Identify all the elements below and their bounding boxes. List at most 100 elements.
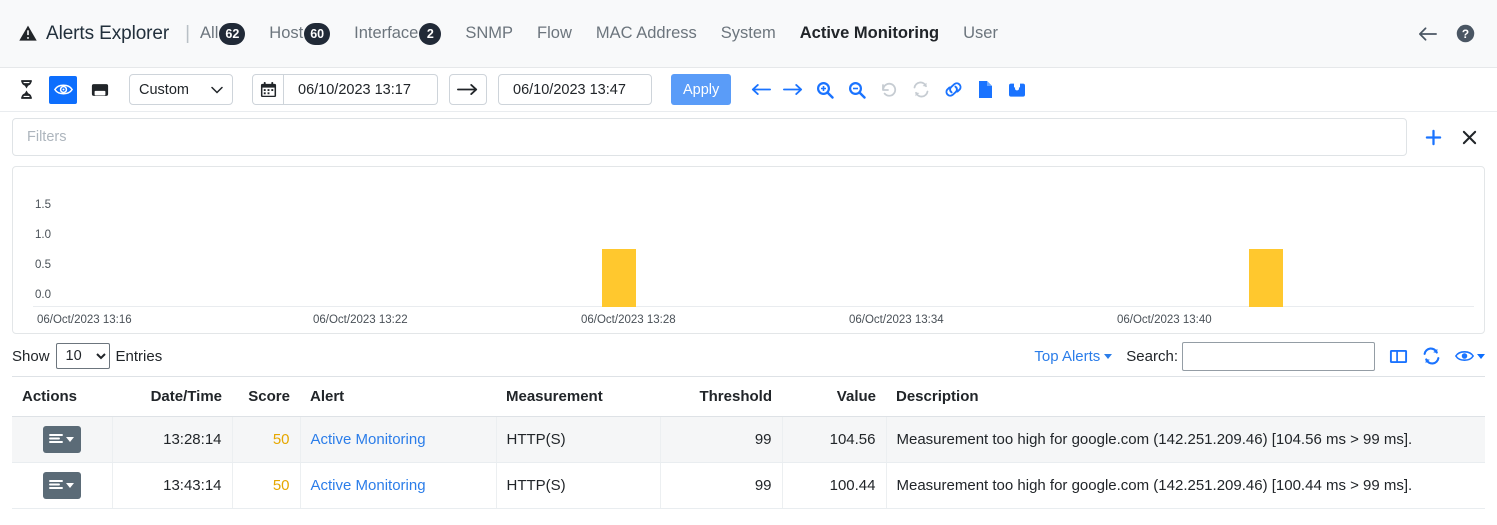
page-title: Alerts Explorer (46, 23, 169, 45)
show-label: Show (12, 348, 50, 365)
cell-alert: Active Monitoring (300, 463, 496, 509)
plus-icon[interactable] (1417, 120, 1449, 154)
col-datetime[interactable]: Date/Time (112, 377, 232, 417)
table-row[interactable]: 13:28:14 50 Active Monitoring HTTP(S) 99… (12, 417, 1485, 463)
alerts-table-wrapper: Actions Date/Time Score Alert Measuremen… (0, 376, 1497, 509)
nav-badge: 60 (304, 23, 330, 45)
brand-separator: | (185, 23, 190, 45)
table-header-row: Actions Date/Time Score Alert Measuremen… (12, 377, 1485, 417)
close-icon[interactable] (1453, 120, 1485, 154)
col-measurement[interactable]: Measurement (496, 377, 660, 417)
nav-label: Host (269, 24, 303, 43)
search-input[interactable] (1182, 342, 1375, 371)
top-alerts-dropdown[interactable]: Top Alerts (1034, 348, 1112, 365)
nav-item-snmp[interactable]: SNMP (453, 20, 525, 47)
page-header: Alerts Explorer | All 62 Host 60 Interfa… (0, 0, 1497, 68)
alerts-explorer-page: Alerts Explorer | All 62 Host 60 Interfa… (0, 0, 1497, 525)
brand: Alerts Explorer | (18, 23, 196, 45)
refresh-icon[interactable] (908, 77, 934, 103)
x-tick-label: 06/Oct/2023 13:34 (849, 314, 944, 326)
entries-label: Entries (116, 348, 163, 365)
archive-icon[interactable] (1004, 77, 1030, 103)
table-header: Actions Date/Time Score Alert Measuremen… (12, 377, 1485, 417)
zoom-in-icon[interactable] (812, 77, 838, 103)
caret-down-icon (1477, 354, 1485, 359)
row-actions-menu-button[interactable] (43, 426, 81, 453)
nav-item-all[interactable]: All 62 (196, 19, 257, 49)
col-description[interactable]: Description (886, 377, 1485, 417)
filters-bar: Filters (0, 112, 1497, 162)
caret-down-icon (1104, 354, 1112, 359)
nav-item-system[interactable]: System (709, 20, 788, 47)
range-arrow-icon (449, 74, 487, 105)
visibility-eye-icon[interactable] (1455, 349, 1485, 363)
search-group: Search: (1126, 342, 1375, 371)
search-label: Search: (1126, 348, 1178, 365)
x-tick-label: 06/Oct/2023 13:28 (581, 314, 676, 326)
col-actions[interactable]: Actions (12, 377, 112, 417)
chart-plot-area: 1.5 1.0 0.5 0.0 06/Oct/2023 13:16 06/Oct… (13, 167, 1484, 333)
filters-input[interactable]: Filters (12, 118, 1407, 156)
header-actions: ? (1417, 24, 1479, 43)
x-tick-label: 06/Oct/2023 13:40 (1117, 314, 1212, 326)
show-entries-group: Show 10 25 50 100 Entries (12, 343, 162, 369)
col-alert[interactable]: Alert (300, 377, 496, 417)
zoom-out-icon[interactable] (844, 77, 870, 103)
eye-icon[interactable] (49, 76, 77, 104)
cell-description: Measurement too high for google.com (142… (886, 417, 1485, 463)
caret-down-icon (66, 437, 74, 442)
cell-score: 50 (232, 417, 300, 463)
nav-item-mac-address[interactable]: MAC Address (584, 20, 709, 47)
cell-datetime: 13:28:14 (112, 417, 232, 463)
date-from-group: 06/10/2023 13:17 (252, 74, 438, 105)
file-icon[interactable] (972, 77, 998, 103)
hourglass-icon[interactable] (12, 76, 40, 104)
y-tick-label: 1.0 (35, 229, 51, 241)
apply-button[interactable]: Apply (671, 74, 731, 105)
chevron-down-icon (211, 82, 223, 98)
columns-icon[interactable] (1389, 348, 1408, 365)
help-icon[interactable]: ? (1456, 24, 1475, 43)
x-tick-label: 06/Oct/2023 13:16 (37, 314, 132, 326)
nav-item-flow[interactable]: Flow (525, 20, 584, 47)
y-tick-label: 1.5 (35, 199, 51, 211)
cell-value: 104.56 (782, 417, 886, 463)
toolbar-actions (748, 77, 1030, 103)
entries-select[interactable]: 10 25 50 100 (56, 343, 110, 369)
date-from-input[interactable]: 06/10/2023 13:17 (284, 74, 438, 105)
cell-value: 100.44 (782, 463, 886, 509)
chart-bar[interactable] (602, 249, 636, 307)
arrow-left-icon[interactable] (748, 77, 774, 103)
range-preset-select[interactable]: Custom (129, 74, 233, 105)
col-score[interactable]: Score (232, 377, 300, 417)
nav-badge: 2 (419, 23, 441, 45)
col-value[interactable]: Value (782, 377, 886, 417)
row-actions-cell (12, 463, 112, 509)
main-nav: All 62 Host 60 Interface 2 SNMP Flow MAC… (196, 19, 1010, 49)
table-controls: Show 10 25 50 100 Entries Top Alerts Sea… (0, 334, 1497, 376)
row-actions-menu-button[interactable] (43, 472, 81, 499)
arrow-right-icon[interactable] (780, 77, 806, 103)
calendar-icon[interactable] (252, 74, 284, 105)
inbox-icon[interactable] (86, 76, 114, 104)
link-icon[interactable] (940, 77, 966, 103)
nav-label: All (200, 24, 218, 43)
alerts-timeline-chart: 1.5 1.0 0.5 0.0 06/Oct/2023 13:16 06/Oct… (12, 166, 1485, 334)
nav-item-active-monitoring[interactable]: Active Monitoring (788, 20, 951, 47)
alert-link[interactable]: Active Monitoring (311, 477, 426, 494)
date-to-input[interactable]: 06/10/2023 13:47 (498, 74, 652, 105)
caret-down-icon (66, 483, 74, 488)
back-arrow-icon[interactable] (1417, 25, 1438, 43)
col-threshold[interactable]: Threshold (660, 377, 782, 417)
cell-description: Measurement too high for google.com (142… (886, 463, 1485, 509)
row-actions-cell (12, 417, 112, 463)
alert-link[interactable]: Active Monitoring (311, 431, 426, 448)
refresh-icon[interactable] (1422, 347, 1441, 365)
range-preset-value: Custom (139, 82, 189, 98)
nav-item-user[interactable]: User (951, 20, 1010, 47)
table-row[interactable]: 13:43:14 50 Active Monitoring HTTP(S) 99… (12, 463, 1485, 509)
chart-bar[interactable] (1249, 249, 1283, 307)
nav-item-interface[interactable]: Interface 2 (342, 19, 453, 49)
undo-icon[interactable] (876, 77, 902, 103)
nav-item-host[interactable]: Host 60 (257, 19, 342, 49)
